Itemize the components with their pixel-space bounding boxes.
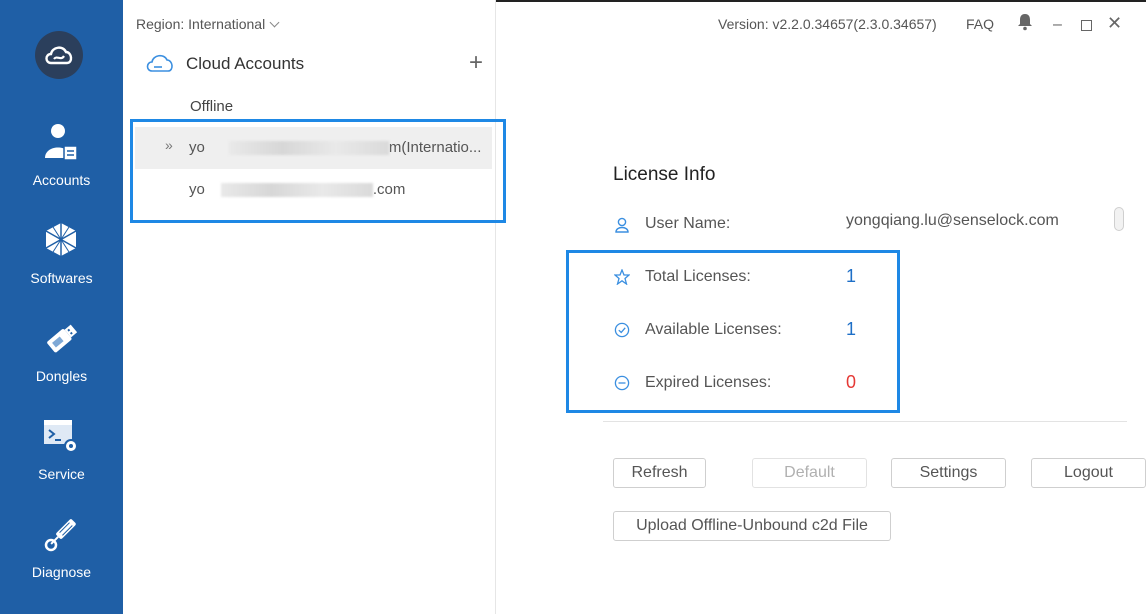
bell-icon[interactable]	[1017, 13, 1033, 36]
offline-account-item[interactable]: Offline	[190, 98, 233, 115]
cloud-icon	[145, 52, 175, 79]
close-button[interactable]: ✕	[1107, 13, 1122, 34]
upload-c2d-button[interactable]: Upload Offline-Unbound c2d File	[613, 511, 891, 541]
faq-link[interactable]: FAQ	[966, 16, 994, 32]
region-selector[interactable]: Region: International	[136, 16, 280, 32]
settings-button[interactable]: Settings	[891, 458, 1006, 488]
minimize-button[interactable]: –	[1053, 16, 1062, 34]
sidebar-item-service[interactable]: Service	[0, 416, 123, 512]
dongle-icon	[41, 318, 81, 358]
sidebar-item-softwares[interactable]: Softwares	[0, 220, 123, 316]
accounts-panel: Region: International Cloud Accounts + O…	[123, 0, 496, 614]
cloud-accounts-title: Cloud Accounts	[186, 54, 305, 73]
license-info-title: License Info	[613, 164, 716, 185]
sidebar-item-label: Diagnose	[31, 564, 92, 580]
user-name-value: yongqiang.lu@senselock.com	[846, 212, 1059, 229]
chevron-down-icon	[269, 17, 280, 28]
softwares-icon	[41, 220, 81, 260]
maximize-button[interactable]	[1081, 20, 1092, 31]
add-account-button[interactable]: +	[469, 49, 483, 77]
sidebar-item-dongles[interactable]: Dongles	[0, 318, 123, 414]
scrollbar[interactable]	[1114, 207, 1124, 231]
sidebar-item-accounts[interactable]: Accounts	[0, 122, 123, 218]
cloud-logo-icon	[35, 31, 83, 79]
licenses-highlight-box	[566, 250, 900, 413]
sidebar-item-label: Dongles	[35, 368, 88, 384]
sidebar-item-label: Service	[38, 466, 85, 482]
divider	[603, 421, 1127, 422]
service-icon	[41, 416, 81, 456]
sidebar-item-diagnose[interactable]: Diagnose	[0, 514, 123, 610]
sidebar-item-label: Softwares	[30, 270, 93, 286]
user-icon	[615, 217, 629, 238]
accounts-icon	[41, 122, 81, 162]
sidebar: Accounts Softwares Dongles Service Diagn…	[0, 0, 123, 614]
default-button[interactable]: Default	[752, 458, 867, 488]
region-label: Region: International	[136, 16, 266, 32]
sidebar-item-label: Accounts	[32, 172, 91, 188]
refresh-button[interactable]: Refresh	[613, 458, 706, 488]
logout-button[interactable]: Logout	[1031, 458, 1146, 488]
user-name-label: User Name:	[645, 215, 731, 232]
accounts-highlight-box	[130, 119, 506, 223]
cloud-accounts-header: Cloud Accounts +	[145, 49, 485, 79]
version-label: Version: v2.2.0.34657(2.3.0.34657)	[718, 16, 937, 32]
diagnose-icon	[41, 514, 81, 554]
